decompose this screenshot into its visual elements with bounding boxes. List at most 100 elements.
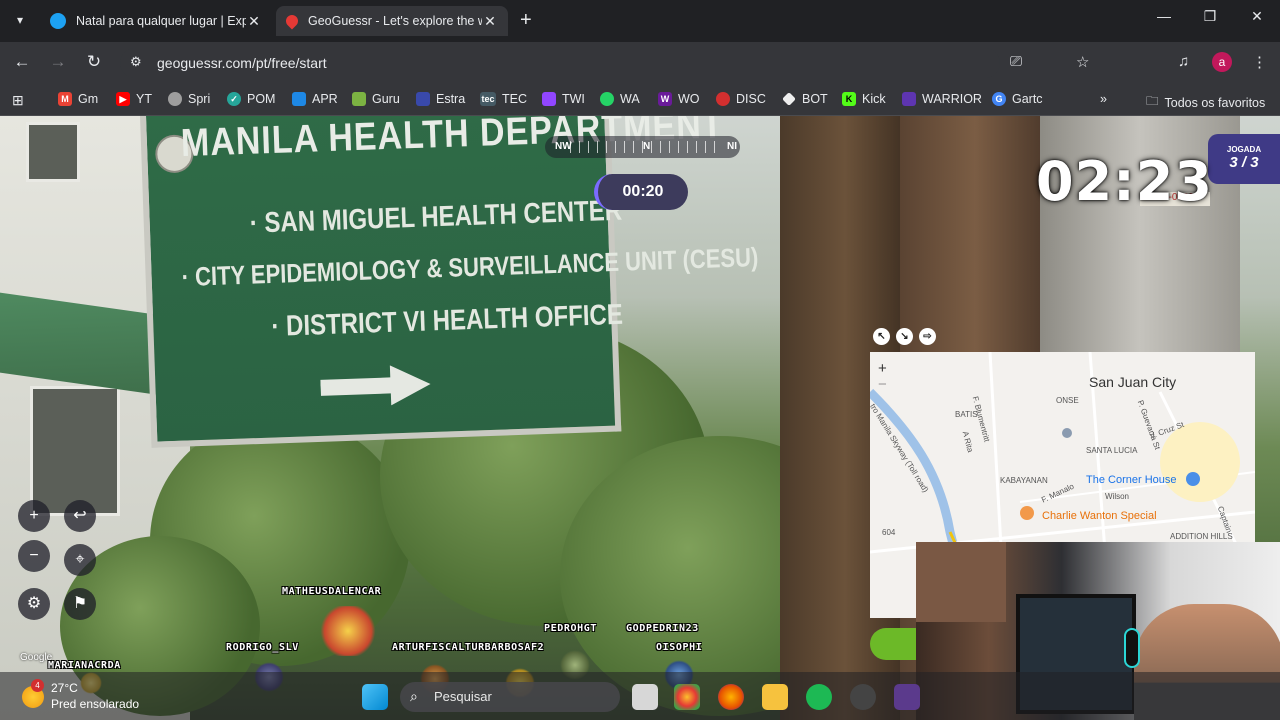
map-expand-icon[interactable]: ↖: [873, 328, 890, 345]
disc-icon: [716, 92, 730, 106]
obs-icon[interactable]: [850, 684, 876, 710]
close-window-icon[interactable]: ✕: [1234, 8, 1280, 25]
tab-title: Natal para qualquer lugar | Exp: [76, 14, 246, 28]
address-bar[interactable]: ⚙ geoguessr.com/pt/free/start: [120, 48, 1000, 78]
round-value: 3 / 3: [1229, 154, 1259, 171]
cast-icon[interactable]: ⎚: [1010, 53, 1022, 70]
close-tab-icon[interactable]: ✕: [246, 13, 262, 30]
tab-natal[interactable]: Natal para qualquer lugar | Exp ✕: [40, 6, 272, 36]
map-city-label: San Juan City: [1089, 374, 1177, 390]
bookmark-disc[interactable]: DISC: [716, 92, 766, 106]
reload-icon[interactable]: ↻: [82, 52, 106, 72]
bookmark-star-icon[interactable]: ☆: [1076, 53, 1089, 71]
minimize-icon[interactable]: —: [1141, 8, 1187, 24]
bookmark-label: Spri: [188, 92, 211, 106]
bookmark-yt[interactable]: ▶ YT: [116, 92, 152, 106]
chat-user-name: GODPEDRIN23: [626, 623, 699, 634]
apps-grid-icon[interactable]: ⊞: [12, 92, 24, 109]
sign-line-3: · DISTRICT VI HEALTH OFFICE: [270, 298, 624, 344]
bookmark-wo[interactable]: W WO: [658, 92, 700, 106]
taskbar-search[interactable]: ⌕ Pesquisar: [400, 682, 620, 712]
bookmark-kick[interactable]: K Kick: [842, 92, 886, 106]
bookmark-pom[interactable]: ✓ POM: [227, 92, 275, 106]
browser-toolbar: ← → ↻ ⚙ geoguessr.com/pt/free/start ⎚ ☆ …: [0, 42, 1280, 84]
folder-icon: 🗀: [1146, 94, 1159, 108]
sign-line-1: · SAN MIGUEL HEALTH CENTER: [249, 194, 623, 240]
map-label: Wilson: [1105, 492, 1130, 501]
bookmark-gartc[interactable]: G Gartc: [992, 92, 1043, 106]
chat-user-name: RODRIGO_SLV: [226, 642, 299, 653]
site-info-icon[interactable]: ⚙: [130, 54, 142, 70]
stream-clock: 02:23: [1036, 150, 1213, 213]
tab-favicon: [50, 13, 66, 29]
firefox-icon[interactable]: [718, 684, 744, 710]
map-poi-corner-house[interactable]: The Corner House: [1086, 474, 1177, 486]
bookmark-gm[interactable]: M Gm: [58, 92, 98, 106]
map-zoom-out[interactable]: −: [878, 376, 887, 393]
arrow-right-icon: [320, 365, 431, 406]
compass: NW N NI: [545, 136, 740, 158]
map-label: ADDITION HILLS: [1170, 532, 1233, 541]
profile-avatar[interactable]: a: [1212, 52, 1232, 72]
round-timer: 00:20: [594, 174, 688, 210]
bookmark-spri[interactable]: Spri: [168, 92, 210, 106]
bookmark-label: Gm: [78, 92, 99, 106]
close-tab-icon[interactable]: ✕: [482, 13, 498, 30]
bookmark-wa[interactable]: WA: [600, 92, 640, 106]
settings-button[interactable]: ⚙: [18, 588, 50, 620]
flag-button[interactable]: ⚑: [64, 588, 96, 620]
map-marker-icon: [1062, 428, 1072, 438]
weather-temperature[interactable]: 27°C: [51, 681, 78, 695]
all-bookmarks-folder[interactable]: 🗀 Todos os favoritos: [1146, 92, 1265, 113]
tab-search-menu-icon[interactable]: ▾: [8, 8, 32, 32]
whatsapp-icon: [600, 92, 614, 106]
zoom-out-button[interactable]: −: [18, 540, 50, 572]
restore-icon[interactable]: ❐: [1187, 8, 1233, 25]
warrior-icon: [902, 92, 916, 106]
zoom-in-button[interactable]: +: [18, 500, 50, 532]
app-icon[interactable]: [894, 684, 920, 710]
bookmark-label: WO: [678, 92, 700, 106]
spotify-icon[interactable]: [806, 684, 832, 710]
file-explorer-icon[interactable]: [762, 684, 788, 710]
new-tab-icon[interactable]: +: [520, 9, 532, 32]
bookmark-twi[interactable]: TWI: [542, 92, 585, 106]
bookmark-label: Estra: [436, 92, 466, 106]
map-poi-charlie-wanton[interactable]: Charlie Wanton Special: [1042, 510, 1157, 522]
bookmark-apr[interactable]: APR: [292, 92, 338, 106]
map-shrink-icon[interactable]: ↘: [896, 328, 913, 345]
bookmark-tec[interactable]: tec TEC: [480, 92, 527, 106]
menu-kebab-icon[interactable]: ⋮: [1252, 53, 1267, 71]
tab-title: GeoGuessr - Let's explore the w: [308, 14, 482, 28]
windows-start-icon[interactable]: [362, 684, 388, 710]
globe-icon: [168, 92, 182, 106]
map-label: SANTA LUCIA: [1086, 446, 1138, 455]
media-icon[interactable]: ♫: [1178, 53, 1189, 70]
back-icon[interactable]: ←: [10, 52, 34, 72]
return-to-start-button[interactable]: ⌖: [64, 544, 96, 576]
more-bookmarks-icon[interactable]: »: [1100, 92, 1107, 106]
map-pin-icon[interactable]: ⇨: [919, 328, 936, 345]
bookmark-label: TWI: [562, 92, 585, 106]
weather-condition[interactable]: Pred ensolarado: [51, 697, 139, 711]
museum-pin-icon: [1186, 472, 1200, 486]
task-view-icon[interactable]: [632, 684, 658, 710]
url-text[interactable]: geoguessr.com/pt/free/start: [157, 55, 327, 71]
bookmark-bot[interactable]: BOT: [782, 92, 828, 106]
map-zoom-in[interactable]: +: [878, 360, 887, 377]
bookmark-estra[interactable]: Estra: [416, 92, 465, 106]
tab-geoguessr[interactable]: GeoGuessr - Let's explore the w ✕: [276, 6, 508, 36]
bookmark-guru[interactable]: Guru: [352, 92, 400, 106]
street-view-panorama[interactable]: H4-0039 MANILA HEALTH DEPARTMENT · SAN M…: [0, 116, 1280, 720]
chrome-icon[interactable]: [674, 684, 700, 710]
compass-n: N: [643, 141, 651, 152]
tab-strip: ▾ Natal para qualquer lugar | Exp ✕ GeoG…: [0, 0, 1280, 42]
bookmark-label: YT: [136, 92, 152, 106]
google-icon: G: [992, 92, 1006, 106]
all-bookmarks-label: Todos os favoritos: [1164, 95, 1266, 110]
undo-move-button[interactable]: ↩: [64, 500, 96, 532]
bookmark-label: POM: [247, 92, 276, 106]
forward-icon[interactable]: →: [46, 52, 70, 72]
search-placeholder: Pesquisar: [434, 689, 492, 704]
bookmark-warrior[interactable]: WARRIOR: [902, 92, 982, 106]
